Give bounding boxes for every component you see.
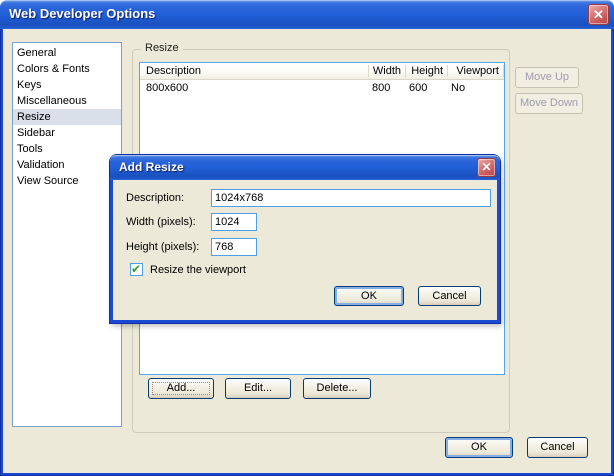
check-icon: ✔ (131, 262, 142, 276)
main-dialog-body: General Colors & Fonts Keys Miscellaneou… (3, 29, 611, 473)
close-icon: ✕ (481, 160, 492, 174)
move-down-button[interactable]: Move Down (515, 93, 583, 114)
column-header-description[interactable]: Description (140, 63, 369, 79)
edit-button[interactable]: Edit... (225, 378, 291, 399)
sidebar-item-keys[interactable]: Keys (13, 77, 121, 93)
footer-ok-button[interactable]: OK (445, 437, 513, 458)
add-resize-close-button[interactable]: ✕ (477, 158, 496, 177)
window-title: Web Developer Options (9, 6, 156, 21)
add-resize-dialog: Add Resize ✕ Description: Width (pixels)… (110, 155, 500, 323)
height-label: Height (pixels): (126, 241, 200, 253)
category-list: General Colors & Fonts Keys Miscellaneou… (12, 42, 122, 427)
sidebar-item-resize[interactable]: Resize (13, 109, 121, 125)
resize-viewport-checkbox[interactable]: ✔ (130, 262, 143, 276)
sidebar-item-sidebar[interactable]: Sidebar (13, 125, 121, 141)
sidebar-item-miscellaneous[interactable]: Miscellaneous (13, 93, 121, 109)
add-resize-body: Description: Width (pixels): Height (pix… (113, 180, 497, 320)
column-header-width[interactable]: Width (369, 63, 406, 79)
width-input[interactable] (211, 213, 257, 231)
description-input[interactable] (211, 189, 491, 207)
add-button[interactable]: Add... (148, 378, 214, 399)
cell-viewport: No (451, 82, 466, 94)
table-row[interactable]: 800x600 800 600 No (140, 80, 504, 97)
dialog-cancel-button[interactable]: Cancel (418, 286, 481, 306)
sidebar-item-view-source[interactable]: View Source (13, 173, 121, 189)
add-resize-title: Add Resize (119, 160, 184, 174)
dialog-ok-button[interactable]: OK (334, 286, 404, 306)
height-input[interactable] (211, 238, 257, 256)
sidebar-item-tools[interactable]: Tools (13, 141, 121, 157)
add-resize-titlebar[interactable]: Add Resize ✕ (110, 155, 500, 180)
main-close-button[interactable]: ✕ (588, 4, 609, 25)
cell-description: 800x600 (146, 82, 189, 94)
width-label: Width (pixels): (126, 216, 196, 228)
sidebar-item-general[interactable]: General (13, 45, 121, 61)
cell-width: 800 (372, 82, 391, 94)
cell-height: 600 (409, 82, 428, 94)
column-header-height[interactable]: Height (406, 63, 448, 79)
description-label: Description: (126, 192, 185, 204)
listview-header: Description Width Height Viewport (140, 63, 504, 80)
main-titlebar[interactable]: Web Developer Options ✕ (0, 0, 614, 29)
web-developer-options-window: Web Developer Options ✕ General Colors &… (0, 0, 614, 476)
resize-viewport-label[interactable]: Resize the viewport (150, 263, 246, 277)
resize-group-title: Resize (141, 42, 183, 54)
sidebar-item-validation[interactable]: Validation (13, 157, 121, 173)
sidebar-item-colors-fonts[interactable]: Colors & Fonts (13, 61, 121, 77)
column-header-viewport[interactable]: Viewport (448, 63, 504, 79)
move-up-button[interactable]: Move Up (515, 67, 579, 88)
footer-cancel-button[interactable]: Cancel (527, 437, 588, 458)
delete-button[interactable]: Delete... (303, 378, 371, 399)
close-icon: ✕ (593, 7, 604, 22)
